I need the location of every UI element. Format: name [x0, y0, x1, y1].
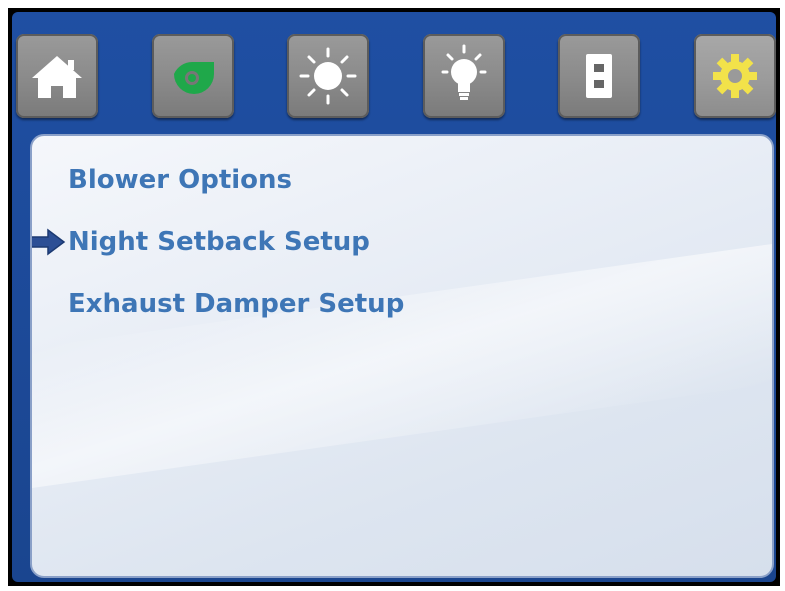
switch-button[interactable] [558, 34, 640, 118]
blower-icon [174, 62, 214, 94]
selection-arrow-icon [32, 228, 66, 256]
switch-icon [586, 54, 612, 98]
menu-item-blower-options[interactable]: Blower Options [68, 158, 404, 220]
sun-button[interactable] [287, 34, 369, 118]
home-button[interactable] [16, 34, 98, 118]
menu-item-label: Night Setback Setup [68, 227, 370, 257]
home-icon [32, 56, 82, 98]
main-panel: Blower Options Night Setback Setup Exhau… [12, 12, 776, 582]
menu-item-night-setback-setup[interactable]: Night Setback Setup [32, 220, 404, 282]
top-toolbar [12, 12, 776, 132]
light-button[interactable] [423, 34, 505, 118]
settings-button[interactable] [694, 34, 776, 118]
menu-item-exhaust-damper-setup[interactable]: Exhaust Damper Setup [68, 282, 404, 344]
light-bulb-icon [441, 44, 487, 100]
device-screen: Blower Options Night Setback Setup Exhau… [8, 8, 780, 586]
blower-button[interactable] [152, 34, 234, 118]
gear-icon [713, 54, 757, 98]
sun-icon [299, 47, 357, 105]
settings-menu: Blower Options Night Setback Setup Exhau… [32, 158, 404, 344]
menu-panel: Blower Options Night Setback Setup Exhau… [30, 134, 774, 578]
